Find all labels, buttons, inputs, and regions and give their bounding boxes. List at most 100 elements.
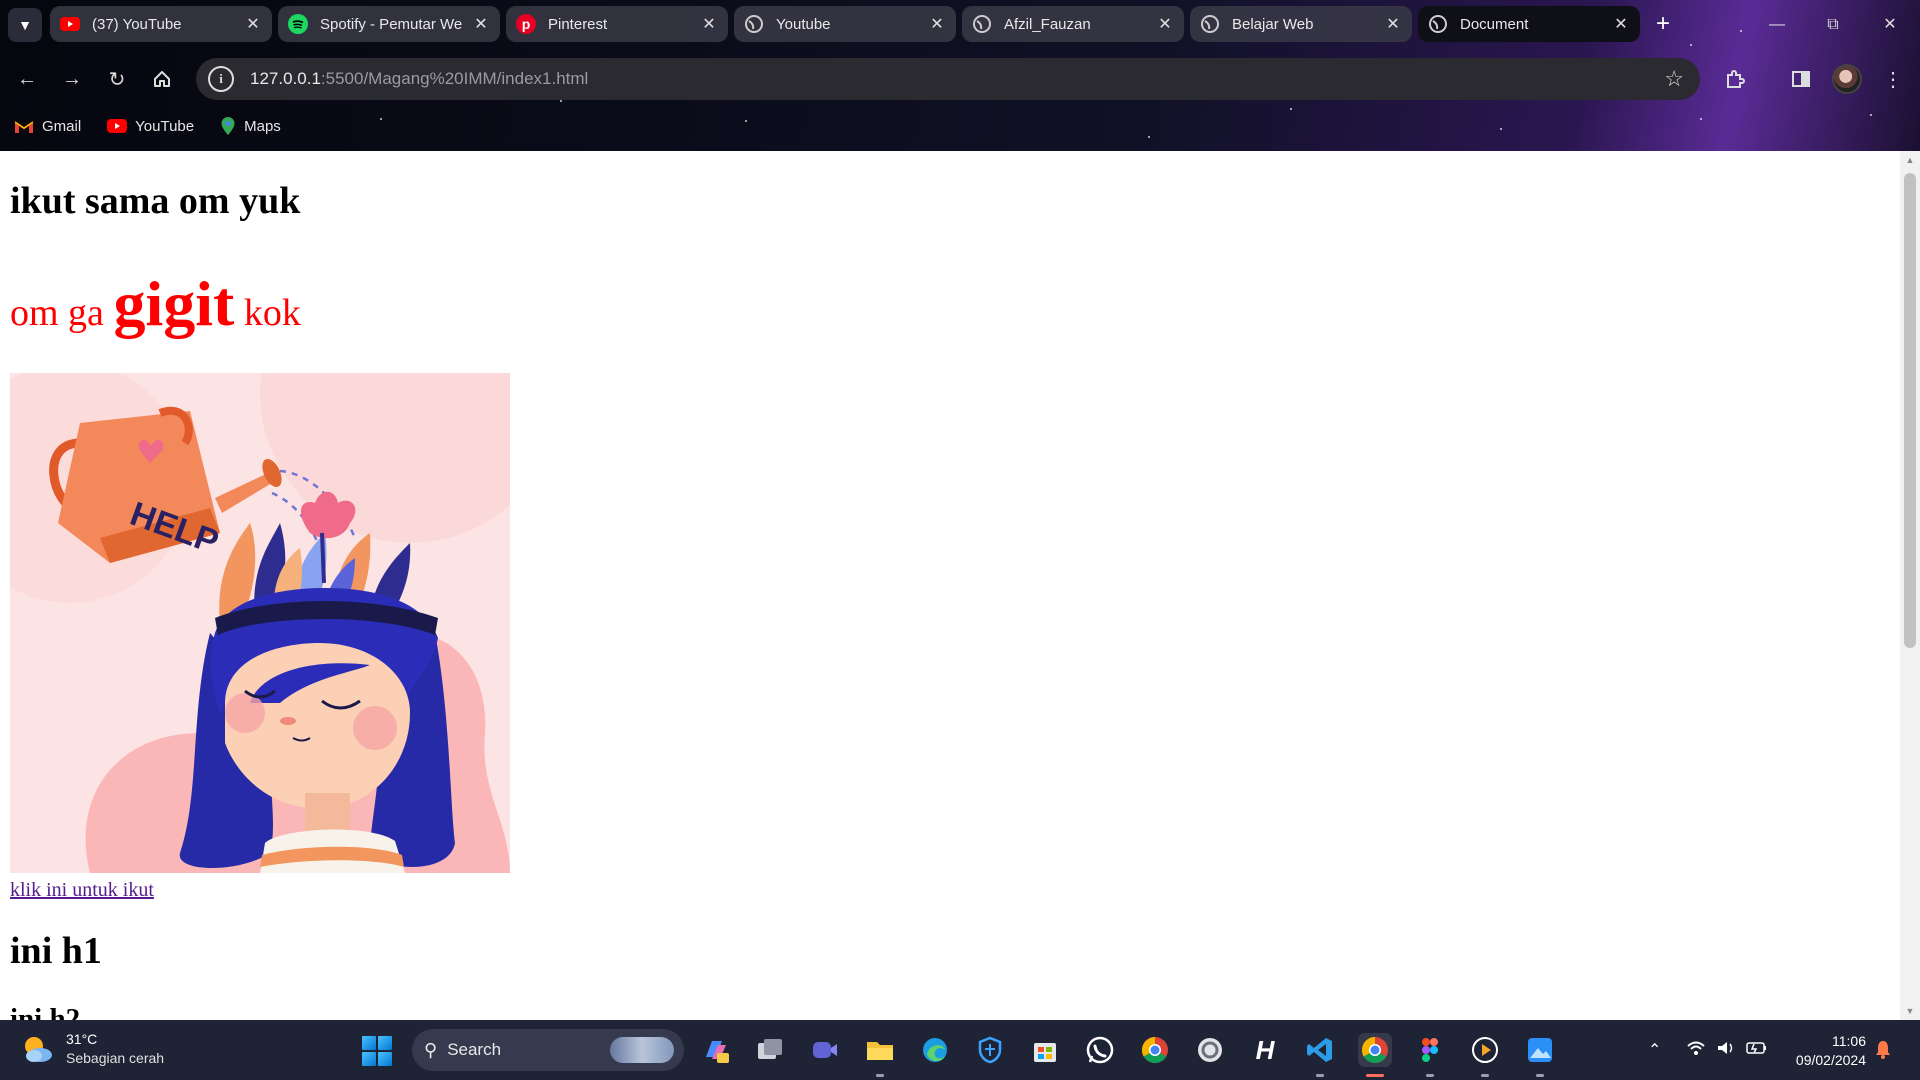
close-icon[interactable]: ✕ — [1156, 14, 1174, 34]
close-icon[interactable]: ✕ — [244, 14, 262, 34]
tab-title: (37) YouTube — [92, 15, 182, 33]
taskbar-app-copilot[interactable] — [698, 1033, 732, 1067]
battery-icon[interactable] — [1746, 1040, 1768, 1061]
minimize-button[interactable]: — — [1757, 8, 1797, 42]
globe-icon — [1428, 14, 1448, 34]
url-text: 127.0.0.1:5500/Magang%20IMM/index1.html — [250, 69, 588, 89]
search-highlight-icon — [610, 1037, 674, 1063]
partly-sunny-icon — [20, 1032, 54, 1066]
tab-belajar-web[interactable]: Belajar Web ✕ — [1190, 6, 1412, 42]
reload-button[interactable]: ↻ — [100, 62, 134, 96]
taskbar-app-task-view[interactable] — [753, 1033, 787, 1067]
windows-logo-icon — [362, 1036, 376, 1050]
vertical-scrollbar[interactable]: ▲ ▼ — [1900, 151, 1920, 1020]
running-indicator — [876, 1074, 884, 1077]
taskbar-app-vscode[interactable] — [1303, 1033, 1337, 1077]
restore-button[interactable]: ⧉ — [1813, 8, 1853, 42]
close-icon[interactable]: ✕ — [472, 14, 490, 34]
close-icon[interactable]: ✕ — [928, 14, 946, 34]
wifi-icon[interactable] — [1686, 1040, 1706, 1061]
tab-pinterest[interactable]: p Pinterest ✕ — [506, 6, 728, 42]
tab-title: Youtube — [776, 15, 831, 33]
taskbar-app-whatsapp[interactable] — [1083, 1033, 1117, 1067]
address-bar[interactable]: i 127.0.0.1:5500/Magang%20IMM/index1.htm… — [196, 58, 1700, 100]
close-window-button[interactable]: ✕ — [1870, 8, 1910, 42]
close-icon[interactable]: ✕ — [1612, 14, 1630, 34]
spotify-icon — [288, 14, 308, 34]
copilot-icon — [706, 1041, 729, 1063]
url-host: 127.0.0.1 — [250, 69, 321, 88]
follow-link[interactable]: klik ini untuk ikut — [10, 879, 154, 902]
tab-youtube-local[interactable]: Youtube ✕ — [734, 6, 956, 42]
taskbar-app-figma[interactable] — [1413, 1033, 1447, 1077]
side-panel-button[interactable] — [1784, 62, 1818, 96]
pinterest-icon: p — [516, 14, 536, 34]
home-button[interactable] — [145, 62, 179, 96]
side-panel-icon — [1792, 71, 1810, 87]
windows-logo-icon — [378, 1052, 392, 1066]
taskbar-search[interactable]: ⚲ Search — [412, 1029, 684, 1071]
close-icon[interactable]: ✕ — [1384, 14, 1402, 34]
bookmark-label: Gmail — [42, 117, 82, 135]
new-tab-button[interactable]: + — [1648, 10, 1678, 40]
gmail-icon — [14, 119, 34, 134]
puzzle-icon — [1727, 70, 1745, 88]
forward-button[interactable]: → — [55, 62, 89, 96]
tab-search-button[interactable]: ▼ — [8, 8, 42, 42]
taskbar-app-file-explorer[interactable] — [863, 1033, 897, 1077]
notification-bell-icon[interactable] — [1874, 1039, 1892, 1059]
tab-document[interactable]: Document ✕ — [1418, 6, 1640, 42]
scroll-down-arrow-icon[interactable]: ▼ — [1900, 1006, 1920, 1016]
store-icon — [1034, 1043, 1056, 1062]
tab-spotify[interactable]: Spotify - Pemutar We ✕ — [278, 6, 500, 42]
tagline-emphasis: gigit — [113, 268, 235, 339]
taskbar-app-photos[interactable] — [1523, 1033, 1557, 1077]
show-hidden-icons-button[interactable]: ⌃ — [1648, 1040, 1661, 1060]
chrome-icon — [1361, 1036, 1388, 1064]
globe-icon — [1200, 14, 1220, 34]
page-title: ikut sama om yuk — [10, 180, 301, 222]
system-clock[interactable]: 11:06 09/02/2024 — [1782, 1032, 1866, 1070]
video-chat-icon — [813, 1042, 837, 1058]
taskbar-app-edge[interactable] — [918, 1033, 952, 1067]
background-star — [1148, 136, 1150, 138]
close-icon[interactable]: ✕ — [700, 14, 718, 34]
taskbar-app-settings[interactable] — [1193, 1033, 1227, 1067]
background-star — [1870, 114, 1872, 116]
back-button[interactable]: ← — [10, 62, 44, 96]
menu-button[interactable]: ⋮ — [1876, 62, 1910, 96]
profile-button[interactable] — [1830, 62, 1864, 96]
taskbar-app-teams[interactable] — [808, 1033, 842, 1067]
h-letter-icon: H — [1255, 1034, 1275, 1065]
volume-icon[interactable] — [1716, 1040, 1736, 1061]
ring-app-icon — [1198, 1038, 1222, 1062]
tab-afzil[interactable]: Afzil_Fauzan ✕ — [962, 6, 1184, 42]
tab-youtube[interactable]: (37) YouTube ✕ — [50, 6, 272, 42]
scroll-up-arrow-icon[interactable]: ▲ — [1900, 155, 1920, 165]
taskbar-app-media-player[interactable] — [1468, 1033, 1502, 1077]
browser-chrome: ▼ (37) YouTube ✕ Spotify - Pemutar We ✕ … — [0, 0, 1920, 151]
taskbar-app-store[interactable] — [1028, 1033, 1062, 1067]
youtube-icon — [107, 119, 128, 133]
globe-icon — [972, 14, 992, 34]
reload-icon: ↻ — [108, 68, 126, 91]
search-label: Search — [447, 1040, 502, 1059]
play-icon — [1472, 1037, 1498, 1063]
demo-h2: ini h2 — [10, 1003, 81, 1020]
extensions-button[interactable] — [1718, 62, 1752, 96]
site-info-icon[interactable]: i — [208, 66, 234, 92]
taskbar-app-defender[interactable] — [973, 1033, 1007, 1067]
bookmark-maps[interactable]: Maps — [220, 116, 281, 136]
bookmark-youtube[interactable]: YouTube — [107, 118, 194, 135]
weather-widget[interactable]: 31°C Sebagian cerah — [20, 1030, 164, 1068]
tab-title: Belajar Web — [1232, 15, 1314, 33]
start-button[interactable] — [362, 1036, 392, 1066]
taskbar-app-chrome-active[interactable] — [1358, 1033, 1392, 1077]
scrollbar-thumb[interactable] — [1904, 173, 1916, 648]
arrow-right-icon: → — [62, 67, 82, 90]
bookmark-star-icon[interactable]: ☆ — [1664, 66, 1684, 92]
bookmark-gmail[interactable]: Gmail — [14, 118, 81, 135]
taskbar-app-h[interactable]: H — [1248, 1033, 1282, 1067]
avatar — [1832, 64, 1862, 94]
taskbar-app-chrome[interactable] — [1138, 1033, 1172, 1067]
